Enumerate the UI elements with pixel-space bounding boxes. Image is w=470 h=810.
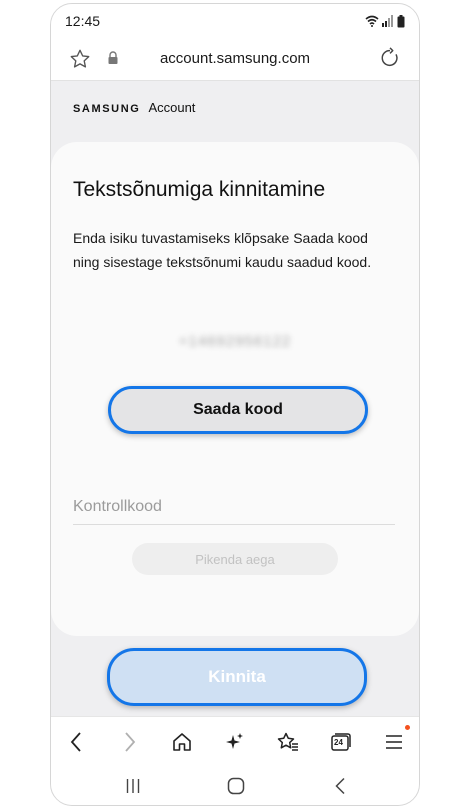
extend-time-button[interactable]: Pikenda aega: [132, 543, 338, 575]
status-bar: 12:45: [51, 4, 419, 38]
verification-card: Tekstsõnumiga kinnitamine Enda isiku tuv…: [51, 142, 419, 636]
battery-icon: [397, 14, 405, 27]
phone-number: +14692956122: [178, 333, 292, 350]
menu-icon[interactable]: [381, 725, 410, 755]
brand-account-label: Account: [148, 100, 196, 115]
url-bar: account.samsung.com: [51, 38, 419, 81]
ai-sparkle-icon[interactable]: [222, 729, 248, 755]
reload-icon[interactable]: [379, 47, 401, 74]
tabs-icon[interactable]: 24: [328, 729, 354, 755]
home-button-icon[interactable]: [225, 776, 247, 796]
confirm-button[interactable]: Kinnita: [107, 648, 367, 706]
status-time: 12:45: [65, 13, 101, 29]
samsung-logo: SAMSUNG: [73, 103, 141, 115]
back-icon[interactable]: [63, 729, 89, 755]
home-icon[interactable]: [169, 729, 195, 755]
wifi-icon: [365, 15, 379, 27]
recent-apps-icon[interactable]: [123, 776, 143, 796]
tabs-count: 24: [334, 738, 343, 747]
bookmarks-icon[interactable]: [275, 729, 301, 755]
nav-back-icon[interactable]: [330, 776, 350, 796]
samsung-account-brand: SAMSUNG Account: [73, 100, 195, 115]
page-title: Tekstsõnumiga kinnitamine: [73, 178, 326, 201]
browser-toolbar: 24: [51, 716, 419, 767]
status-icons: [365, 14, 405, 28]
url-text[interactable]: account.samsung.com: [51, 50, 419, 67]
signal-icon: [382, 15, 393, 27]
send-code-button[interactable]: Saada kood: [108, 386, 368, 434]
system-nav-bar: [51, 766, 419, 805]
phone-frame: 12:45 account.samsung.com SAMSUNG Accoun…: [50, 3, 420, 806]
verification-code-input[interactable]: [73, 490, 395, 525]
notification-dot: [405, 725, 410, 730]
forward-icon[interactable]: [117, 729, 143, 755]
instructions-text: Enda isiku tuvastamiseks klõpsake Saada …: [73, 230, 372, 270]
